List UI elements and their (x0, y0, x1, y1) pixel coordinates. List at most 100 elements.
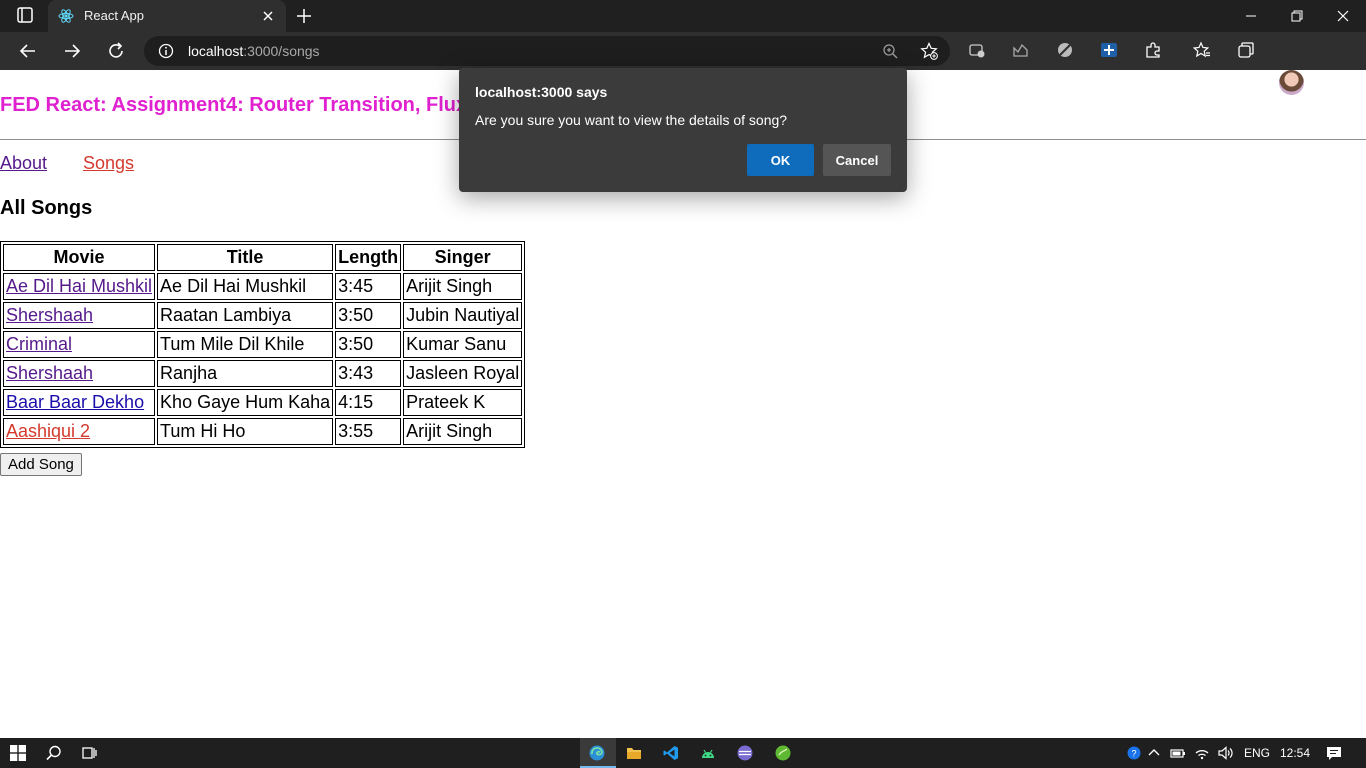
movie-link[interactable]: Shershaah (6, 363, 93, 383)
length-cell: 3:50 (335, 331, 402, 358)
app-icon[interactable] (737, 745, 753, 761)
browser-toolbar: localhost:3000/songs (0, 32, 1366, 95)
tab-react-app[interactable]: React App (48, 0, 286, 32)
search-icon[interactable] (46, 745, 62, 761)
back-icon[interactable] (18, 41, 38, 61)
movie-link[interactable]: Ae Dil Hai Mushkil (6, 276, 152, 296)
react-logo-icon (58, 9, 74, 23)
title-cell: Tum Mile Dil Khile (157, 331, 334, 358)
wifi-icon[interactable] (1194, 745, 1210, 761)
title-cell: Kho Gaye Hum Kaha (157, 389, 334, 416)
cancel-button[interactable]: Cancel (823, 144, 891, 176)
column-header-title: Title (157, 244, 334, 271)
android-studio-icon[interactable] (700, 745, 716, 761)
table-row: Aashiqui 2 Tum Hi Ho 3:55 Arijit Singh (3, 418, 523, 445)
table-header-row: Movie Title Length Singer (3, 244, 523, 271)
minimize-icon (1246, 15, 1256, 17)
title-cell: Raatan Lambiya (157, 302, 334, 329)
add-favorite-icon[interactable] (920, 42, 938, 60)
task-view-icon[interactable] (81, 745, 97, 761)
column-header-singer: Singer (403, 244, 523, 271)
restore-button[interactable] (1274, 0, 1320, 32)
file-explorer-icon[interactable] (626, 745, 642, 761)
url-host: localhost (188, 43, 244, 59)
profile-avatar[interactable] (1279, 70, 1304, 95)
movie-link[interactable]: Aashiqui 2 (6, 421, 90, 441)
length-cell: 3:55 (335, 418, 402, 445)
title-cell: Ae Dil Hai Mushkil (157, 273, 334, 300)
app-green-icon[interactable] (775, 745, 791, 761)
refresh-icon[interactable] (106, 41, 126, 61)
songs-table: Movie Title Length Singer Ae Dil Hai Mus… (0, 241, 526, 448)
section-heading: All Songs (0, 197, 93, 219)
table-row: Ae Dil Hai Mushkil Ae Dil Hai Mushkil 3:… (3, 273, 523, 300)
movie-cell: Aashiqui 2 (3, 418, 156, 445)
ok-button[interactable]: OK (747, 144, 814, 176)
url-text: localhost:3000/songs (188, 43, 320, 59)
column-header-length: Length (335, 244, 402, 271)
length-cell: 3:43 (335, 360, 402, 387)
movie-link[interactable]: Criminal (6, 334, 72, 354)
language-indicator[interactable]: ENG (1244, 746, 1270, 760)
title-cell: Tum Hi Ho (157, 418, 334, 445)
edge-browser-icon[interactable] (589, 745, 605, 761)
table-row: Shershaah Raatan Lambiya 3:50 Jubin Naut… (3, 302, 523, 329)
movie-cell: Baar Baar Dekho (3, 389, 156, 416)
battery-icon[interactable] (1170, 745, 1186, 761)
length-cell: 4:15 (335, 389, 402, 416)
minimize-button[interactable] (1228, 0, 1274, 32)
tab-actions-icon[interactable] (8, 6, 40, 26)
table-row: Shershaah Ranjha 3:43 Jasleen Royal (3, 360, 523, 387)
help-tray-icon[interactable]: ? (1126, 745, 1142, 761)
movie-link[interactable]: Baar Baar Dekho (6, 392, 144, 412)
collections-icon[interactable] (1237, 41, 1255, 59)
singer-cell: Jubin Nautiyal (403, 302, 523, 329)
movie-cell: Ae Dil Hai Mushkil (3, 273, 156, 300)
table-row: Criminal Tum Mile Dil Khile 3:50 Kumar S… (3, 331, 523, 358)
length-cell: 3:45 (335, 273, 402, 300)
forward-icon[interactable] (62, 41, 82, 61)
movie-cell: Criminal (3, 331, 156, 358)
column-header-movie: Movie (3, 244, 156, 271)
close-tab-icon[interactable] (260, 8, 276, 24)
extension-2-icon[interactable] (1012, 41, 1030, 59)
volume-icon[interactable] (1217, 745, 1233, 761)
extension-3-icon[interactable] (1056, 41, 1074, 59)
clock[interactable]: 12:54 (1280, 746, 1310, 760)
favorites-icon[interactable] (1193, 41, 1211, 59)
title-cell: Ranjha (157, 360, 334, 387)
windows-taskbar: ? ENG 12:54 (0, 738, 1366, 768)
extensions-puzzle-icon[interactable] (1144, 41, 1162, 59)
confirm-dialog: localhost:3000 says Are you sure you wan… (459, 68, 907, 192)
dialog-message: Are you sure you want to view the detail… (475, 112, 788, 128)
movie-cell: Shershaah (3, 302, 156, 329)
zoom-icon[interactable] (882, 43, 898, 59)
singer-cell: Prateek K (403, 389, 523, 416)
address-bar[interactable]: localhost:3000/songs (144, 36, 950, 66)
windows-start-icon[interactable] (10, 745, 26, 761)
nav-link-songs[interactable]: Songs (83, 153, 134, 174)
movie-cell: Shershaah (3, 360, 156, 387)
close-window-button[interactable] (1320, 0, 1366, 32)
site-info-icon[interactable] (158, 43, 174, 59)
table-row: Baar Baar Dekho Kho Gaye Hum Kaha 4:15 P… (3, 389, 523, 416)
restore-icon (1291, 10, 1303, 22)
chevron-up-icon[interactable] (1146, 745, 1162, 761)
extension-1-icon[interactable] (968, 41, 986, 59)
notification-center-icon[interactable] (1326, 745, 1342, 761)
page-title: FED React: Assignment4: Router Transitio… (0, 94, 468, 116)
new-tab-icon[interactable] (296, 8, 312, 24)
singer-cell: Kumar Sanu (403, 331, 523, 358)
length-cell: 3:50 (335, 302, 402, 329)
more-options-icon[interactable] (1328, 73, 1348, 91)
extension-4-icon[interactable] (1100, 41, 1118, 59)
svg-text:?: ? (1131, 749, 1136, 759)
nav-link-about[interactable]: About (0, 153, 47, 174)
add-song-button[interactable]: Add Song (0, 453, 82, 476)
vscode-icon[interactable] (663, 745, 679, 761)
movie-link[interactable]: Shershaah (6, 305, 93, 325)
url-path: :3000/songs (243, 43, 320, 59)
close-icon (1337, 10, 1349, 22)
browser-tab-bar: React App (0, 0, 1366, 32)
singer-cell: Jasleen Royal (403, 360, 523, 387)
